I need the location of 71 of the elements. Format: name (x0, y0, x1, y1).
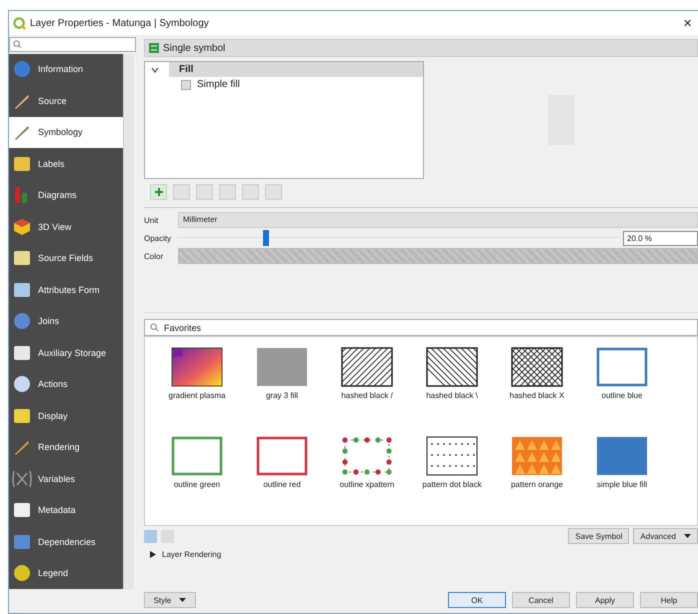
section-header[interactable]: Layer Rendering (162, 550, 222, 558)
move-up-button[interactable] (242, 184, 259, 200)
caret-icon (179, 598, 186, 602)
save-symbol-button[interactable]: Save Symbol (568, 528, 630, 544)
symbol-item[interactable]: pattern orange (497, 436, 577, 521)
variable-icon (12, 468, 32, 489)
scrollbar[interactable] (123, 54, 134, 589)
advanced-button[interactable]: Advanced (633, 528, 698, 544)
symbol-item[interactable]: gradient plasma (157, 347, 237, 432)
symbol-item[interactable]: outline red (242, 436, 322, 521)
sidebar-item[interactable]: Auxiliary Storage (9, 337, 123, 368)
dialog-button[interactable]: Cancel (512, 592, 570, 608)
unit-dropdown[interactable]: Millimeter (178, 212, 698, 228)
search-icon (150, 323, 159, 332)
symbol-item[interactable]: outline green (157, 436, 237, 521)
style-button[interactable]: Style (144, 592, 196, 608)
opacity-spinbox[interactable]: 20.0 % (623, 230, 698, 246)
color-label: Color (144, 252, 164, 260)
dialog-button[interactable]: Apply (576, 592, 634, 608)
icon-view-button[interactable] (144, 530, 157, 542)
search-icon (13, 40, 22, 49)
sidebar-item[interactable]: 3D View (9, 211, 123, 242)
move-down-button[interactable] (265, 184, 282, 200)
symbol-item[interactable]: pattern dot black (412, 436, 492, 521)
symbol-item[interactable]: outline xpattern (327, 436, 407, 521)
dialog-button[interactable]: Help (640, 592, 698, 608)
tree-item[interactable]: Simple fill (145, 77, 423, 92)
renderer-dropdown[interactable]: Single symbol (144, 39, 698, 57)
sidebar-item[interactable]: Source Fields (9, 242, 123, 274)
sidebar-item[interactable]: Source (9, 85, 123, 116)
sidebar-item[interactable]: Variables (9, 463, 123, 494)
add-layer-button[interactable] (150, 184, 167, 200)
remove-layer-button[interactable] (173, 184, 190, 200)
opacity-label: Opacity (144, 234, 172, 242)
symbol-item[interactable]: hashed black \ (412, 347, 492, 432)
plus-icon (154, 187, 164, 197)
chevron-down-icon[interactable] (151, 66, 159, 72)
sidebar-item[interactable]: Symbology (9, 116, 123, 148)
dialog-button[interactable]: OK (448, 592, 506, 608)
color-button[interactable] (178, 248, 698, 264)
favorites-search-field[interactable]: Favorites (144, 319, 698, 336)
symbol-item[interactable]: outline blue (582, 347, 662, 432)
sidebar-item[interactable]: Legend (9, 558, 123, 589)
sidebar-item[interactable]: Dependencies (9, 526, 123, 558)
sidebar-item[interactable]: Rendering (9, 432, 123, 463)
search-field[interactable] (9, 37, 136, 52)
caret-right-icon[interactable] (150, 550, 156, 558)
unit-label: Unit (144, 216, 160, 224)
sidebar-item[interactable]: Actions (9, 368, 123, 400)
symbol-item[interactable]: hashed black / (327, 347, 407, 432)
sidebar-item[interactable]: Display (9, 400, 123, 432)
fill-layer-icon (181, 80, 191, 90)
cube-icon (12, 216, 32, 237)
sidebar-item[interactable]: Joins (9, 306, 123, 337)
sidebar-item[interactable]: Diagrams (9, 180, 123, 211)
duplicate-button[interactable] (219, 184, 236, 200)
window-title: Layer Properties - Matunga | Symbology (30, 18, 210, 28)
sidebar-item[interactable]: Labels (9, 148, 123, 180)
symbol-icon (148, 42, 160, 54)
sidebar-item[interactable]: Attributes Form (9, 274, 123, 306)
caret-icon (684, 534, 691, 538)
symbol-item[interactable]: simple blue fill (582, 436, 662, 521)
slider-thumb[interactable] (263, 230, 270, 246)
symbol-item[interactable]: hashed black X (497, 347, 577, 432)
sidebar-item[interactable]: Metadata (9, 494, 123, 526)
lock-button[interactable] (196, 184, 213, 200)
sidebar-item[interactable]: Information (9, 54, 123, 85)
app-logo-icon (13, 16, 26, 30)
close-button[interactable]: ✕ (677, 16, 698, 30)
symbol-swatch (171, 347, 223, 387)
symbol-item[interactable]: gray 3 fill (242, 347, 322, 432)
